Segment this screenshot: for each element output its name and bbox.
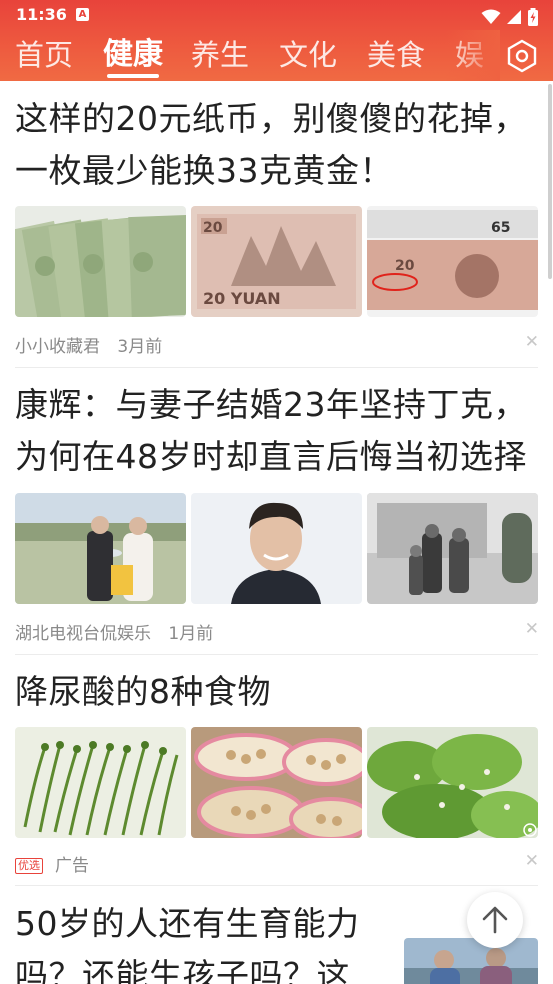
article-time: 1月前	[168, 624, 214, 644]
twenty-yuan-note-image: 20 20 YUAN	[191, 206, 362, 317]
scrollbar[interactable]	[548, 84, 552, 279]
couple-photo-image	[15, 493, 186, 604]
article-title-line: 降尿酸的8种食物	[15, 672, 271, 711]
tab-culture[interactable]: 文化	[279, 36, 337, 74]
peanuts-bowls-image	[191, 727, 362, 838]
article-time: 3月前	[117, 337, 163, 357]
article-title-line: 50岁的人还有生育能力	[15, 904, 360, 943]
tab-wellness[interactable]: 养生	[191, 36, 249, 74]
article-meta: 小小收藏君 3月前	[15, 332, 174, 357]
article-meta: 湖北电视台侃娱乐 1月前	[15, 619, 225, 644]
tab-health[interactable]: 健康	[103, 36, 163, 74]
news-feed[interactable]: 这样的20元纸币，别傻傻的花掉， 一枚最少能换33克黄金！ 20 20 YUAN…	[0, 81, 553, 984]
tab-food[interactable]: 美食	[367, 36, 425, 74]
status-icons	[481, 6, 539, 26]
hexagon-settings-icon[interactable]	[505, 39, 539, 73]
article-card[interactable]: 康辉：与妻子结婚23年坚持丁克， 为何在48岁时却直言后悔当初选择 湖北电视台侃…	[0, 368, 553, 655]
article-thumbnails: 20 20 YUAN 65 20	[15, 206, 538, 317]
article-title-line: 这样的20元纸币，别傻傻的花掉，	[15, 99, 527, 138]
dismiss-icon[interactable]: ✕	[525, 621, 539, 638]
article-title-line: 康辉：与妻子结婚23年坚持丁克，	[15, 385, 527, 424]
article-title-line: 吗？还能生孩子吗？这	[15, 956, 350, 984]
ad-label: 广告	[55, 856, 89, 876]
note-caption: 20 YUAN	[203, 289, 281, 308]
ad-meta: 优选 广告	[15, 851, 101, 876]
article-title[interactable]: 康辉：与妻子结婚23年坚持丁克， 为何在48岁时却直言后悔当初选择	[15, 379, 540, 483]
top-bar: 11:36 A 首页 健康 养生 文化 美食 娱	[0, 0, 553, 81]
channel-tabs: 首页 健康 养生 文化 美食 娱	[0, 30, 495, 81]
status-bar: 11:36 A	[0, 0, 553, 30]
fern-vegetable-image	[15, 727, 186, 838]
article-source[interactable]: 湖北电视台侃娱乐	[15, 624, 151, 644]
svg-text:20: 20	[395, 258, 415, 274]
wifi-icon	[481, 9, 501, 24]
graded-banknote-image: 65 20	[367, 206, 538, 317]
article-title-line: 为何在48岁时却直言后悔当初选择	[15, 437, 527, 476]
tab-home[interactable]: 首页	[15, 36, 73, 74]
dismiss-icon[interactable]: ✕	[525, 853, 539, 870]
svg-text:20: 20	[203, 220, 223, 236]
article-thumbnails	[15, 727, 538, 838]
nav-fade	[445, 30, 500, 81]
notification-icon: A	[76, 8, 89, 21]
arrow-up-icon	[482, 906, 508, 934]
status-time: 11:36	[16, 5, 67, 24]
article-thumbnails	[15, 493, 538, 604]
portrait-photo-image	[191, 493, 362, 604]
article-title[interactable]: 降尿酸的8种食物	[15, 666, 540, 718]
signal-icon	[506, 9, 521, 24]
article-title[interactable]: 这样的20元纸币，别傻傻的花掉， 一枚最少能换33克黄金！	[15, 93, 540, 197]
active-tab-indicator	[107, 74, 159, 78]
grade-label: 65	[491, 220, 510, 236]
channel-nav: 首页 健康 养生 文化 美食 娱	[0, 30, 553, 81]
battery-icon	[528, 7, 538, 26]
lettuce-dish-image	[367, 727, 538, 838]
scroll-to-top-button[interactable]	[467, 892, 523, 948]
dismiss-icon[interactable]: ✕	[525, 334, 539, 351]
old-family-photo-image	[367, 493, 538, 604]
banknote-stack-image	[15, 206, 186, 317]
article-title-line: 一枚最少能换33克黄金！	[15, 151, 393, 190]
article-title[interactable]: 50岁的人还有生育能力 吗？还能生孩子吗？这	[15, 898, 395, 984]
article-card[interactable]: 这样的20元纸币，别傻傻的花掉， 一枚最少能换33克黄金！ 20 20 YUAN…	[0, 81, 553, 368]
ad-badge: 优选	[15, 858, 43, 874]
article-source[interactable]: 小小收藏君	[15, 337, 100, 357]
